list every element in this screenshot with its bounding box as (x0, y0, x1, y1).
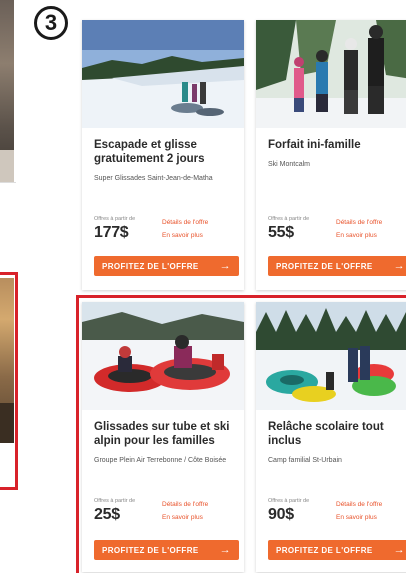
offer-photo-tubing-hill (82, 20, 244, 128)
arrow-right-icon: → (393, 260, 405, 272)
featured-row-highlight (76, 295, 406, 573)
offer-price: 55$ (268, 224, 294, 241)
offer-more-link[interactable]: En savoir plus (162, 232, 203, 239)
offer-title[interactable]: Forfait ini-famille (268, 138, 406, 152)
offer-price: 177$ (94, 224, 129, 241)
step-number-badge: 3 (34, 6, 68, 40)
offer-details-link[interactable]: Détails de l'offre (336, 219, 382, 226)
offer-provider: Super Glissades Saint-Jean-de-Matha (94, 175, 213, 182)
left-cropped-column (0, 0, 72, 573)
offer-price-label: Offres à partir de (94, 216, 136, 222)
step-number: 3 (44, 10, 58, 35)
offer-card[interactable]: Escapade et glisse gratuitement 2 jours … (82, 20, 244, 290)
offer-cta-button[interactable]: PROFITEZ DE L'OFFRE → (94, 256, 239, 276)
offer-photo-ski-family (256, 20, 406, 128)
offer-details-link[interactable]: Détails de l'offre (162, 219, 208, 226)
arrow-right-icon: → (219, 260, 231, 272)
left-highlight-frame (0, 272, 18, 490)
offer-cta-label: PROFITEZ DE L'OFFRE (102, 261, 199, 271)
offer-title[interactable]: Escapade et glisse gratuitement 2 jours (94, 138, 239, 166)
offer-cta-label: PROFITEZ DE L'OFFRE (276, 261, 373, 271)
offer-cta-button[interactable]: PROFITEZ DE L'OFFRE → (268, 256, 406, 276)
offer-price-label: Offres à partir de (268, 216, 310, 222)
offer-provider: Ski Montcalm (268, 161, 311, 168)
left-card-edge (0, 182, 16, 183)
left-card-photo (0, 0, 14, 182)
offer-more-link[interactable]: En savoir plus (336, 232, 377, 239)
offer-card[interactable]: Forfait ini-famille Ski Montcalm Offres … (256, 20, 406, 290)
